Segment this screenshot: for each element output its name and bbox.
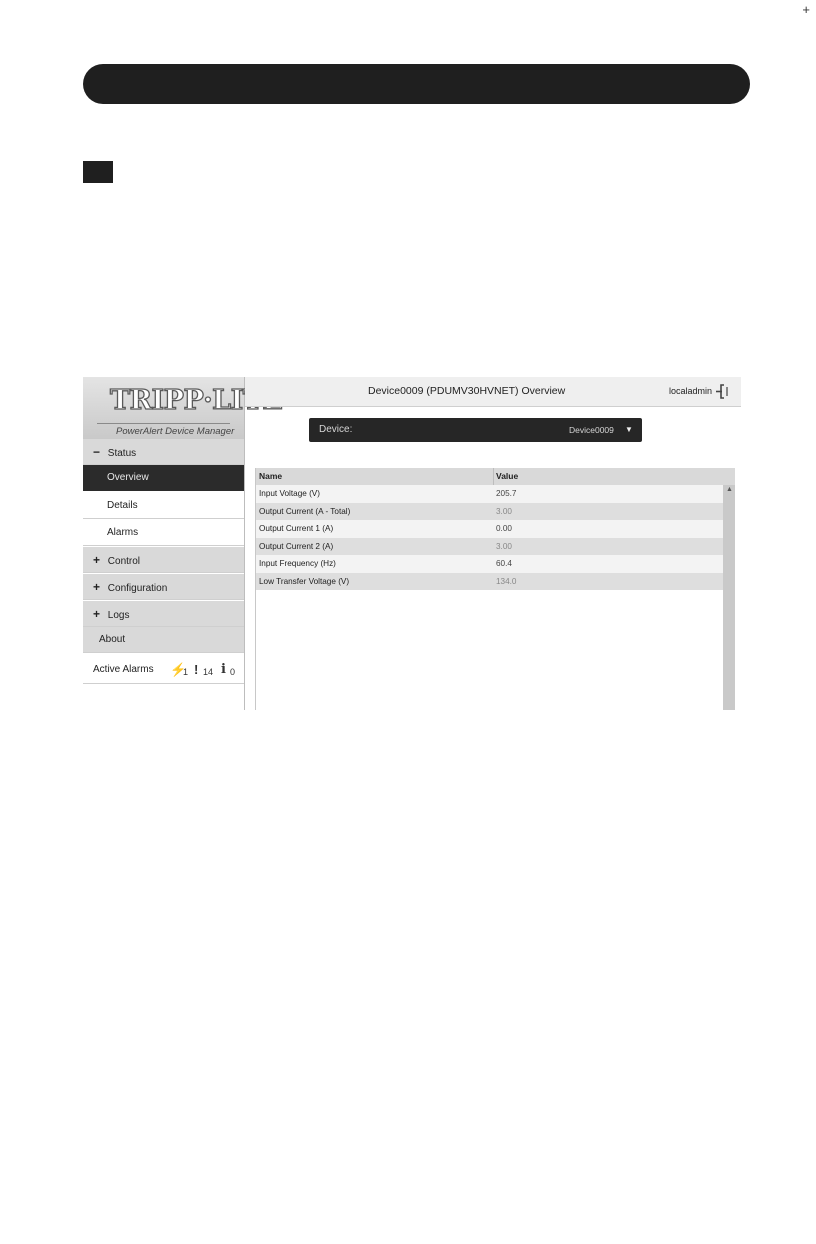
section-banner — [83, 64, 750, 104]
table-row[interactable]: Input Voltage (V) 205.7 — [256, 485, 723, 503]
table-row[interactable]: Input Frequency (Hz) 60.4 — [256, 555, 723, 573]
table-row[interactable]: Low Transfer Voltage (V) 134.0 — [256, 572, 723, 590]
row-name: Input Voltage (V) — [259, 489, 320, 498]
expand-icon: + — [93, 580, 101, 594]
row-value: 3.00 — [496, 541, 512, 551]
table-row[interactable]: Output Current (A - Total) 3.00 — [256, 502, 723, 520]
sidebar: TRIPP·LITE PowerAlert Device Manager − S… — [83, 377, 284, 710]
sidebar-item-label: Details — [107, 500, 138, 511]
sidebar-item-details[interactable]: Details — [83, 493, 244, 519]
sidebar-item-overview[interactable]: Overview — [83, 465, 244, 491]
row-name: Output Current 1 (A) — [259, 524, 334, 533]
sidebar-item-label: Control — [107, 556, 141, 567]
table-row[interactable]: Output Current 2 (A) 3.00 — [256, 537, 723, 555]
column-header-name[interactable]: Name — [256, 468, 493, 485]
logo: TRIPP·LITE PowerAlert Device Manager — [83, 377, 284, 439]
device-selector[interactable]: Device: Device0009 ▼ — [309, 418, 642, 442]
active-alarms: Active Alarms ⚡ 1 ! 14 i 0 — [83, 656, 244, 684]
row-name: Input Frequency (Hz) — [259, 559, 336, 568]
sidebar-item-control[interactable]: + Control — [83, 547, 244, 573]
sidebar-item-about[interactable]: About — [83, 627, 244, 653]
sidebar-item-label: Alarms — [107, 527, 139, 538]
warning-alarm-count: 14 — [203, 667, 214, 677]
sidebar-item-label: Configuration — [107, 583, 168, 594]
screenshot-frame: TRIPP·LITE PowerAlert Device Manager − S… — [83, 377, 741, 710]
sidebar-item-label: Overview — [107, 472, 149, 483]
column-header-value[interactable]: Value — [494, 468, 735, 485]
row-value: 3.00 — [496, 506, 512, 516]
sidebar-item-label: Logs — [107, 610, 130, 621]
row-name: Output Current (A - Total) — [259, 506, 351, 516]
exclamation-icon[interactable]: ! — [194, 656, 198, 683]
sidebar-item-configuration[interactable]: + Configuration — [83, 574, 244, 600]
scroll-up-icon[interactable]: ▲ — [726, 486, 733, 493]
user-name[interactable]: localadmin — [669, 377, 712, 406]
row-name: Low Transfer Voltage (V) — [259, 576, 350, 586]
header-bar: Device0009 (PDUMV30HVNET) Overview local… — [245, 377, 741, 407]
active-alarms-label: Active Alarms — [93, 664, 154, 675]
expand-icon: + — [93, 553, 101, 567]
info-icon[interactable]: i — [221, 656, 226, 683]
caret-down-icon: ▼ — [625, 425, 633, 434]
row-value: 60.4 — [496, 559, 512, 568]
logo-divider — [97, 423, 230, 424]
row-value: 0.00 — [496, 524, 512, 533]
corner-mark: + — [802, 2, 810, 17]
row-name: Output Current 2 (A) — [259, 541, 334, 551]
row-value: 134.0 — [496, 576, 517, 586]
section-number-box — [83, 161, 113, 183]
expand-icon: + — [93, 607, 101, 621]
logout-icon[interactable] — [715, 384, 730, 399]
data-table: Name Value Input Voltage (V) 205.7 Outpu… — [255, 468, 735, 710]
device-selector-label: Device: — [319, 424, 353, 435]
sidebar-item-alarms[interactable]: Alarms — [83, 520, 244, 546]
info-alarm-count: 0 — [230, 667, 236, 677]
page-title: Device0009 (PDUMV30HVNET) Overview — [368, 385, 566, 397]
collapse-icon: − — [93, 445, 101, 459]
scrollbar[interactable]: ▲ — [723, 485, 735, 710]
row-value: 205.7 — [496, 489, 517, 498]
sidebar-item-logs[interactable]: + Logs — [83, 601, 244, 627]
logo-subtitle: PowerAlert Device Manager — [116, 426, 235, 437]
main-content: Device0009 (PDUMV30HVNET) Overview local… — [245, 377, 741, 710]
sidebar-item-label: About — [99, 634, 126, 645]
sidebar-item-status[interactable]: − Status — [83, 439, 244, 465]
critical-alarm-count: 1 — [183, 667, 189, 677]
sidebar-item-label: Status — [107, 448, 137, 459]
device-selector-value: Device0009 — [569, 425, 614, 435]
table-row[interactable]: Output Current 1 (A) 0.00 — [256, 520, 723, 538]
